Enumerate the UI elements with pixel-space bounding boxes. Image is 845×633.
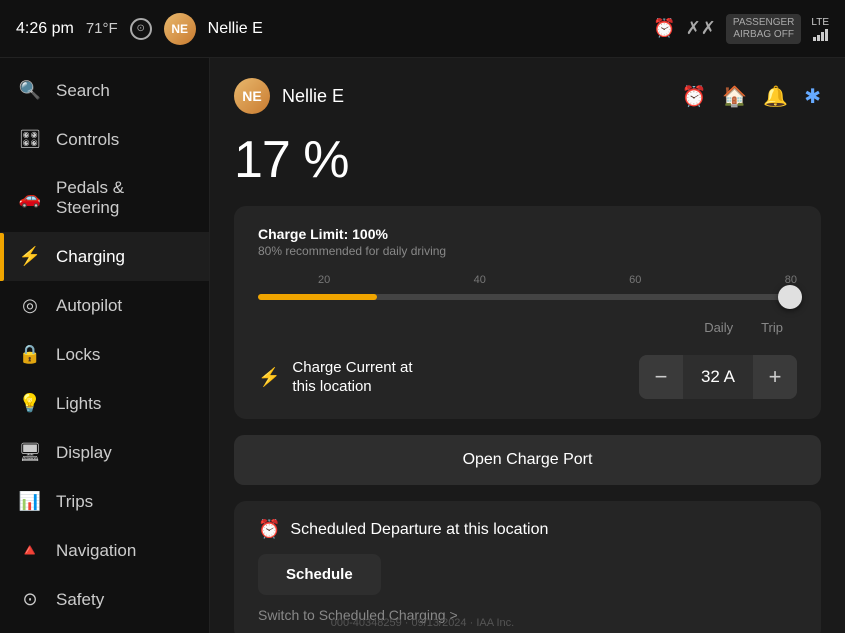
trips-icon: 📊 [18,491,42,512]
sidebar-item-search[interactable]: 🔍 Search [0,66,209,115]
sidebar-label-pedals: Pedals & Steering [56,178,191,218]
schedule-button[interactable]: Schedule [258,554,381,595]
airbag-badge: PASSENGERAIRBAG OFF [726,14,802,44]
sidebar-label-search: Search [56,81,110,101]
seatbelt-icon: ✗✗ [686,18,716,39]
sidebar-label-display: Display [56,443,112,463]
search-icon: 🔍 [18,80,42,101]
charge-current-row: ⚡ Charge Current atthis location − 32 A … [258,355,797,399]
sidebar-label-safety: Safety [56,590,104,610]
charge-panel: Charge Limit: 100% 80% recommended for d… [234,206,821,419]
sidebar-item-trips[interactable]: 📊 Trips [0,477,209,526]
sidebar-item-charging[interactable]: ⚡ Charging [0,232,209,281]
lights-icon: 💡 [18,393,42,414]
scheduled-title: ⏰ Scheduled Departure at this location [258,519,797,540]
plug-icon: ⚡ [258,367,280,388]
safety-icon: ⊙ [18,589,42,610]
locks-icon: 🔒 [18,344,42,365]
scheduled-title-text: Scheduled Departure at this location [290,521,548,539]
sidebar-label-charging: Charging [56,247,125,267]
target-icon: ⊙ [130,18,152,40]
sidebar-item-pedals-steering[interactable]: 🚗 Pedals & Steering [0,164,209,232]
daily-trip-tabs: Daily Trip [258,316,797,339]
content-header: NE Nellie E ⏰ 🏠 🔔 ✱ [234,78,821,114]
daily-tab[interactable]: Daily [690,316,747,339]
charge-slider-track[interactable] [258,294,797,300]
slider-label-40: 40 [474,274,486,286]
charge-limit-title: Charge Limit: 100% [258,226,797,242]
sidebar-item-controls[interactable]: 🎛 Controls [0,115,209,164]
status-right: ⏰ ✗✗ PASSENGERAIRBAG OFF LTE [653,14,829,44]
sidebar-item-autopilot[interactable]: ◎ Autopilot [0,281,209,330]
sidebar-item-navigation[interactable]: 🔺 Navigation [0,526,209,575]
content-icons: ⏰ 🏠 🔔 ✱ [682,84,821,109]
sidebar-label-navigation: Navigation [56,541,136,561]
sidebar-item-lights[interactable]: 💡 Lights [0,379,209,428]
pedals-icon: 🚗 [18,188,42,209]
status-left: 4:26 pm 71°F ⊙ NE Nellie E [16,13,653,45]
footer-watermark: 000-40348259 · 09/13/2024 · IAA Inc. [331,617,514,629]
battery-percent: 17 % [234,130,821,190]
charge-current-label: Charge Current atthis location [292,358,639,397]
status-avatar: NE [164,13,196,45]
sidebar-label-lights: Lights [56,394,101,414]
slider-thumb[interactable] [778,285,802,309]
content-avatar: NE [234,78,270,114]
main-content: NE Nellie E ⏰ 🏠 🔔 ✱ 17 % Charge Limit: 1… [210,58,845,633]
charging-icon: ⚡ [18,246,42,267]
alarm-icon: ⏰ [653,18,675,39]
sidebar: 🔍 Search 🎛 Controls 🚗 Pedals & Steering … [0,58,210,633]
status-username: Nellie E [208,20,263,38]
slider-fill [258,294,377,300]
charge-current-value: 32 A [683,355,753,399]
content-username: Nellie E [282,86,344,107]
decrement-button[interactable]: − [639,355,683,399]
sidebar-item-locks[interactable]: 🔒 Locks [0,330,209,379]
sidebar-label-autopilot: Autopilot [56,296,122,316]
navigation-icon: 🔺 [18,540,42,561]
slider-labels: 20 40 60 80 [258,274,797,286]
open-charge-port-button[interactable]: Open Charge Port [234,435,821,485]
charge-limit-subtitle: 80% recommended for daily driving [258,244,797,258]
status-temp: 71°F [86,20,118,37]
sidebar-label-controls: Controls [56,130,119,150]
sidebar-label-trips: Trips [56,492,93,512]
house-icon: 🏠 [722,84,747,109]
trip-tab[interactable]: Trip [747,316,797,339]
scheduled-section: ⏰ Scheduled Departure at this location S… [234,501,821,633]
sidebar-item-service[interactable]: 🔧 Service [0,624,209,633]
clock-icon: ⏰ [258,519,280,540]
lte-signal: LTE [811,17,829,41]
autopilot-icon: ◎ [18,295,42,316]
sidebar-item-safety[interactable]: ⊙ Safety [0,575,209,624]
status-bar: 4:26 pm 71°F ⊙ NE Nellie E ⏰ ✗✗ PASSENGE… [0,0,845,58]
bluetooth-icon: ✱ [804,84,821,109]
sidebar-label-locks: Locks [56,345,100,365]
alarm-content-icon: ⏰ [682,84,707,109]
increment-button[interactable]: + [753,355,797,399]
slider-label-20: 20 [318,274,330,286]
slider-label-60: 60 [629,274,641,286]
status-time: 4:26 pm [16,20,74,38]
charge-current-control: − 32 A + [639,355,797,399]
sidebar-item-display[interactable]: 🖥 Display [0,428,209,477]
display-icon: 🖥 [18,442,42,463]
bell-icon: 🔔 [763,84,788,109]
controls-icon: 🎛 [18,129,42,150]
